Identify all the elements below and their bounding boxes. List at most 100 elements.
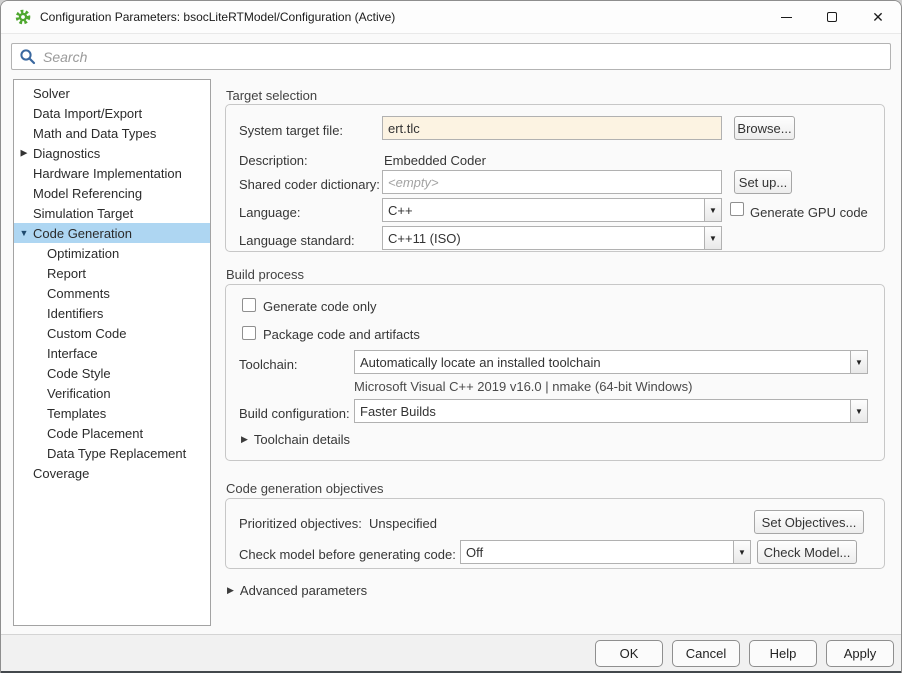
sidebar-item-templates[interactable]: Templates xyxy=(14,403,210,423)
sidebar-item-math-and-data-types[interactable]: Math and Data Types xyxy=(14,123,210,143)
expand-icon: ▶ xyxy=(227,585,234,596)
sidebar-item-verification[interactable]: Verification xyxy=(14,383,210,403)
toolchain-note: Microsoft Visual C++ 2019 v16.0 | nmake … xyxy=(354,379,692,394)
check-model-button[interactable]: Check Model... xyxy=(757,540,857,564)
search-box xyxy=(11,43,891,70)
help-button[interactable]: Help xyxy=(749,640,817,667)
sidebar-item-code-generation[interactable]: ▼ Code Generation xyxy=(14,223,210,243)
minimize-icon xyxy=(781,17,792,18)
generate-gpu-code-checkbox[interactable] xyxy=(730,202,744,216)
sidebar-item-comments[interactable]: Comments xyxy=(14,283,210,303)
sidebar-item-label: Code Style xyxy=(14,366,111,381)
toolchain-value: Automatically locate an installed toolch… xyxy=(355,355,850,370)
close-button[interactable]: ✕ xyxy=(855,1,901,34)
sidebar-item-label: Custom Code xyxy=(14,326,126,341)
language-standard-value: C++11 (ISO) xyxy=(383,231,704,246)
sidebar-item-data-import-export[interactable]: Data Import/Export xyxy=(14,103,210,123)
toolchain-details-label: Toolchain details xyxy=(254,432,350,447)
set-up-button[interactable]: Set up... xyxy=(734,170,792,194)
prioritized-objectives-label: Prioritized objectives: xyxy=(239,516,362,531)
sidebar-item-solver[interactable]: Solver xyxy=(14,83,210,103)
sidebar-item-code-style[interactable]: Code Style xyxy=(14,363,210,383)
sidebar-item-code-placement[interactable]: Code Placement xyxy=(14,423,210,443)
sidebar-item-label: Comments xyxy=(14,286,110,301)
generate-code-only-checkbox[interactable] xyxy=(242,298,256,312)
build-configuration-label: Build configuration: xyxy=(239,406,350,421)
chevron-down-icon[interactable]: ▼ xyxy=(850,400,867,422)
sidebar-item-label: Identifiers xyxy=(14,306,103,321)
chevron-down-icon[interactable]: ▼ xyxy=(850,351,867,373)
package-code-checkbox[interactable] xyxy=(242,326,256,340)
build-process-heading: Build process xyxy=(226,267,304,282)
sidebar-item-hardware-implementation[interactable]: Hardware Implementation xyxy=(14,163,210,183)
shared-coder-dictionary-input[interactable] xyxy=(382,170,722,194)
browse-button[interactable]: Browse... xyxy=(734,116,795,140)
shared-coder-dictionary-label: Shared coder dictionary: xyxy=(239,177,380,192)
maximize-icon xyxy=(827,12,837,22)
language-label: Language: xyxy=(239,205,300,220)
sidebar-item-label: Templates xyxy=(14,406,106,421)
search-input[interactable] xyxy=(36,44,890,69)
system-target-file-label: System target file: xyxy=(239,123,343,138)
sidebar-item-label: Simulation Target xyxy=(14,206,133,221)
sidebar-item-label: Optimization xyxy=(14,246,119,261)
minimize-button[interactable] xyxy=(763,1,809,34)
prioritized-objectives-value: Unspecified xyxy=(369,516,437,531)
advanced-parameters-expander[interactable]: ▶ Advanced parameters xyxy=(227,583,367,598)
configuration-parameters-dialog: Configuration Parameters: bsocLiteRTMode… xyxy=(0,0,902,673)
objectives-group: Prioritized objectives: Unspecified Set … xyxy=(225,498,885,569)
expand-icon: ▶ xyxy=(241,434,248,445)
sidebar-item-label: Report xyxy=(14,266,86,281)
apply-button[interactable]: Apply xyxy=(826,640,894,667)
language-dropdown[interactable]: C++ ▼ xyxy=(382,198,722,222)
sidebar-item-label: Data Import/Export xyxy=(14,106,142,121)
cancel-button[interactable]: Cancel xyxy=(672,640,740,667)
system-target-file-input[interactable] xyxy=(382,116,722,140)
sidebar-item-interface[interactable]: Interface xyxy=(14,343,210,363)
search-icon xyxy=(19,48,36,65)
category-tree: Solver Data Import/Export Math and Data … xyxy=(13,79,211,626)
collapse-icon[interactable]: ▼ xyxy=(18,228,30,238)
sidebar-item-data-type-replacement[interactable]: Data Type Replacement xyxy=(14,443,210,463)
target-selection-heading: Target selection xyxy=(226,88,317,103)
sidebar-item-model-referencing[interactable]: Model Referencing xyxy=(14,183,210,203)
ok-button[interactable]: OK xyxy=(595,640,663,667)
set-objectives-button[interactable]: Set Objectives... xyxy=(754,510,864,534)
expand-icon[interactable]: ▶ xyxy=(18,148,30,159)
sidebar-item-label: Solver xyxy=(14,86,70,101)
target-selection-group: System target file: Browse... Descriptio… xyxy=(225,104,885,252)
window-title: Configuration Parameters: bsocLiteRTMode… xyxy=(40,10,395,24)
toolchain-details-expander[interactable]: ▶ Toolchain details xyxy=(241,432,350,447)
chevron-down-icon[interactable]: ▼ xyxy=(733,541,750,563)
advanced-parameters-label: Advanced parameters xyxy=(240,583,367,598)
toolchain-dropdown[interactable]: Automatically locate an installed toolch… xyxy=(354,350,868,374)
chevron-down-icon[interactable]: ▼ xyxy=(704,227,721,249)
check-model-dropdown[interactable]: Off ▼ xyxy=(460,540,751,564)
toolchain-label: Toolchain: xyxy=(239,357,298,372)
sidebar-item-coverage[interactable]: Coverage xyxy=(14,463,210,483)
language-standard-dropdown[interactable]: C++11 (ISO) ▼ xyxy=(382,226,722,250)
generate-gpu-code-label: Generate GPU code xyxy=(750,205,868,220)
sidebar-item-custom-code[interactable]: Custom Code xyxy=(14,323,210,343)
maximize-button[interactable] xyxy=(809,1,855,34)
sidebar-item-label: Math and Data Types xyxy=(14,126,156,141)
sidebar-item-report[interactable]: Report xyxy=(14,263,210,283)
check-model-label: Check model before generating code: xyxy=(239,547,456,562)
chevron-down-icon[interactable]: ▼ xyxy=(704,199,721,221)
generate-code-only-label: Generate code only xyxy=(263,299,376,314)
sidebar-item-diagnostics[interactable]: ▶ Diagnostics xyxy=(14,143,210,163)
package-code-label: Package code and artifacts xyxy=(263,327,420,342)
sidebar-item-label: Data Type Replacement xyxy=(14,446,186,461)
description-value: Embedded Coder xyxy=(384,153,486,168)
sidebar-item-label: Verification xyxy=(14,386,111,401)
sidebar-item-optimization[interactable]: Optimization xyxy=(14,243,210,263)
footer-bar: OK Cancel Help Apply xyxy=(1,634,901,671)
sidebar-item-label: Code Placement xyxy=(14,426,143,441)
sidebar-item-label: Coverage xyxy=(14,466,89,481)
sidebar-item-identifiers[interactable]: Identifiers xyxy=(14,303,210,323)
sidebar-item-label: Hardware Implementation xyxy=(14,166,182,181)
description-label: Description: xyxy=(239,153,308,168)
sidebar-item-label: Interface xyxy=(14,346,98,361)
sidebar-item-simulation-target[interactable]: Simulation Target xyxy=(14,203,210,223)
build-configuration-dropdown[interactable]: Faster Builds ▼ xyxy=(354,399,868,423)
